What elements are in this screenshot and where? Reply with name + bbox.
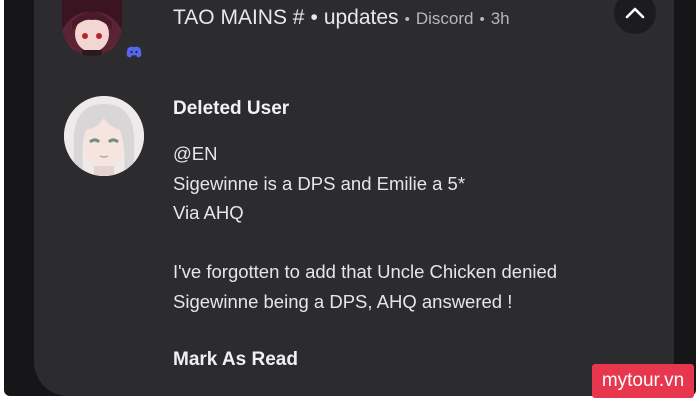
- app-name: Discord: [415, 9, 474, 28]
- server-name: TAO MAINS #: [173, 6, 305, 29]
- message-line-blank: [173, 228, 643, 258]
- notification-shade: TAO MAINS # • updates • Discord • 3h Del…: [4, 0, 696, 396]
- header-separator-small: •: [404, 11, 410, 28]
- message-line: I've forgotten to add that Uncle Chicken…: [173, 261, 558, 282]
- mark-as-read-button[interactable]: Mark As Read: [173, 349, 298, 371]
- watermark: mytour.vn: [592, 364, 694, 398]
- sender-name: Deleted User: [173, 98, 290, 119]
- anime-character-avatar-icon-2: [64, 96, 144, 176]
- message-line: Via AHQ: [173, 202, 244, 223]
- notification-header: TAO MAINS # • updates • Discord • 3h: [173, 6, 510, 30]
- header-separator: •: [310, 6, 318, 29]
- sender-avatar: [64, 96, 144, 176]
- message-line: Sigewinne is a DPS and Emilie a 5*: [173, 172, 466, 194]
- discord-icon: [126, 46, 142, 58]
- discord-badge: [122, 40, 146, 64]
- header-separator-small-2: •: [479, 11, 485, 28]
- message-line: Sigewinne being a DPS, AHQ answered !: [173, 290, 513, 312]
- message-body: @EN Sigewinne is a DPS and Emilie a 5* V…: [173, 139, 643, 316]
- chevron-up-icon: [625, 7, 645, 19]
- timestamp: 3h: [490, 9, 510, 28]
- channel-name: updates: [323, 6, 399, 29]
- message-line: @EN: [173, 143, 218, 164]
